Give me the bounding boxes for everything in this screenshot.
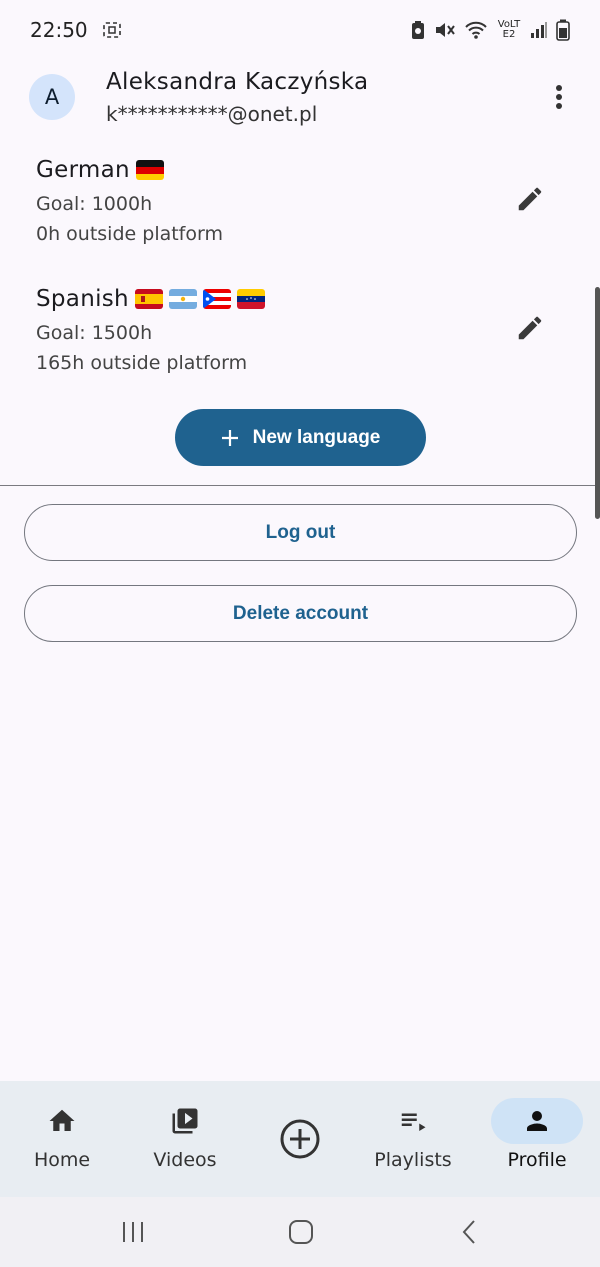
nav-icon-container xyxy=(139,1098,231,1144)
video-library-icon xyxy=(172,1108,198,1134)
language-goal: Goal: 1500h xyxy=(36,322,153,344)
flag-es-icon xyxy=(134,289,163,309)
language-goal: Goal: 1000h xyxy=(36,193,153,215)
plus-icon xyxy=(221,429,238,446)
nav-label: Profile xyxy=(507,1149,567,1171)
edit-language-button[interactable] xyxy=(512,310,548,346)
more-options-button[interactable] xyxy=(545,80,573,114)
signal-icon xyxy=(530,21,548,39)
nav-icon-container xyxy=(16,1098,108,1144)
edit-icon xyxy=(518,187,542,211)
nav-active-indicator xyxy=(491,1098,583,1144)
new-language-label: New language xyxy=(252,426,381,448)
nav-item-profile[interactable]: Profile xyxy=(491,1081,583,1197)
flag-ar-icon xyxy=(168,289,197,309)
language-outside-hours: 0h outside platform xyxy=(36,223,223,245)
person-icon xyxy=(527,1111,547,1131)
nav-item-videos[interactable]: Videos xyxy=(139,1081,231,1197)
nav-icon-container xyxy=(254,1116,346,1162)
divider xyxy=(0,485,600,486)
nav-item-home[interactable]: Home xyxy=(16,1081,108,1197)
language-title: German xyxy=(36,157,164,183)
status-left: 22:50 xyxy=(30,18,122,42)
log-out-button[interactable]: Log out xyxy=(24,504,577,561)
network-label: VoLTE2 xyxy=(497,19,521,40)
scrollbar[interactable] xyxy=(595,287,600,519)
back-icon xyxy=(462,1220,475,1244)
playlist-play-icon xyxy=(401,1113,426,1131)
new-language-button[interactable]: New language xyxy=(175,409,426,466)
nav-item-playlists[interactable]: Playlists xyxy=(367,1081,459,1197)
add-circle-icon xyxy=(280,1119,320,1159)
battery-icon xyxy=(556,19,570,41)
flag-pr-icon xyxy=(202,289,231,309)
flag-de-icon xyxy=(135,160,164,180)
language-name: Spanish xyxy=(36,286,129,312)
nav-label: Videos xyxy=(153,1149,217,1171)
recent-apps-icon xyxy=(123,1222,143,1242)
user-name: Aleksandra Kaczyńska xyxy=(106,69,369,95)
language-card-spanish: Spanish Goal: 1500h 165h outside platfor… xyxy=(0,286,600,406)
edit-icon xyxy=(518,316,542,340)
home-circle-icon xyxy=(289,1220,313,1244)
nav-icon-container xyxy=(367,1098,459,1144)
delete-account-button[interactable]: Delete account xyxy=(24,585,577,642)
status-time: 22:50 xyxy=(30,18,88,42)
bottom-navigation: Home Videos Playlists Profile xyxy=(0,1081,600,1197)
user-email: k***********@onet.pl xyxy=(106,102,318,126)
screen-record-icon xyxy=(102,21,122,39)
edit-language-button[interactable] xyxy=(512,181,548,217)
home-system-button[interactable] xyxy=(281,1215,321,1249)
more-vert-icon xyxy=(556,85,562,109)
flag-ve-icon xyxy=(236,289,265,309)
mute-icon xyxy=(434,20,456,40)
home-icon xyxy=(49,1109,75,1131)
language-outside-hours: 165h outside platform xyxy=(36,352,248,374)
system-navigation-bar xyxy=(0,1197,600,1267)
profile-header: A Aleksandra Kaczyńska k***********@onet… xyxy=(0,60,600,134)
avatar-initial: A xyxy=(44,85,60,109)
language-card-german: German Goal: 1000h 0h outside platform xyxy=(0,157,600,277)
avatar: A xyxy=(29,74,75,120)
nav-label: Playlists xyxy=(374,1149,452,1171)
language-name: German xyxy=(36,157,130,183)
status-right: VoLTE2 xyxy=(410,19,570,41)
wifi-icon xyxy=(464,20,488,40)
recent-apps-button[interactable] xyxy=(113,1215,153,1249)
nav-item-add[interactable] xyxy=(254,1081,346,1197)
back-button[interactable] xyxy=(449,1215,489,1249)
status-bar: 22:50 VoLTE2 xyxy=(0,0,600,60)
language-title: Spanish xyxy=(36,286,265,312)
nav-label: Home xyxy=(33,1149,91,1171)
battery-saver-icon xyxy=(410,20,426,40)
